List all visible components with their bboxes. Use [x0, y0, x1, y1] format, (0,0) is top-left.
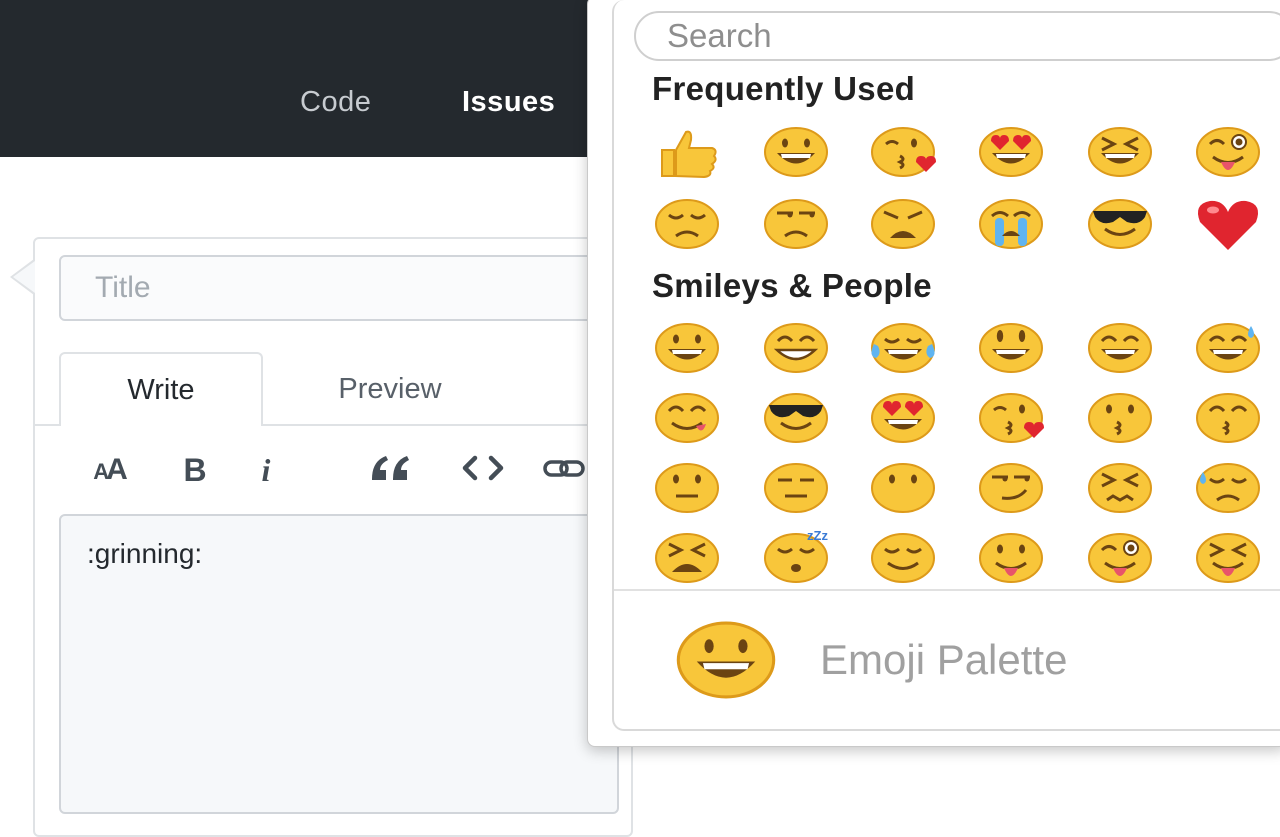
emoji-heart-eyes-icon[interactable]	[863, 386, 943, 450]
emoji-no-mouth-icon[interactable]	[863, 456, 943, 520]
bold-icon: B	[183, 451, 207, 488]
emoji-yum-icon[interactable]	[647, 386, 727, 450]
emoji-neutral-face-icon[interactable]	[647, 456, 727, 520]
emoji-kissing-icon[interactable]	[1080, 386, 1160, 450]
code-button[interactable]	[458, 448, 508, 492]
emoji-palette-label: Emoji Palette	[820, 636, 1068, 683]
picker-footer-divider	[614, 589, 1280, 591]
emoji-grin-icon[interactable]	[756, 316, 836, 380]
emoji-tired-face-icon[interactable]	[647, 526, 727, 590]
link-button[interactable]	[542, 448, 588, 492]
bold-button[interactable]: B	[176, 448, 214, 492]
emoji-thumbsup-icon[interactable]	[647, 120, 727, 184]
emoji-grinning-icon[interactable]	[756, 120, 836, 184]
code-icon	[461, 455, 505, 486]
text-size-button[interactable]: AA	[80, 448, 138, 492]
emoji-disappointed-icon[interactable]	[647, 192, 727, 256]
tab-preview[interactable]: Preview	[290, 352, 490, 426]
text-size-icon: AA	[93, 453, 128, 486]
palette-grinning-icon	[670, 620, 782, 700]
link-icon	[542, 453, 588, 488]
emoji-stuck-out-tongue-winking-eye-icon[interactable]	[1080, 526, 1160, 590]
nav-code-tab[interactable]: Code	[300, 86, 371, 119]
emoji-weary-icon[interactable]	[863, 192, 943, 256]
quote-button[interactable]	[366, 448, 416, 492]
emoji-sweat-smile-icon[interactable]	[1188, 316, 1268, 380]
emoji-smirk-icon[interactable]	[971, 456, 1051, 520]
svg-text:zZz: zZz	[807, 528, 828, 543]
quote-icon	[370, 453, 412, 488]
italic-button[interactable]: i	[250, 448, 282, 492]
emoji-kissing-smiling-eyes-icon[interactable]	[1188, 386, 1268, 450]
emoji-unamused-icon[interactable]	[756, 192, 836, 256]
emoji-disappointed-relieved-icon[interactable]	[1188, 456, 1268, 520]
emoji-sob-icon[interactable]	[971, 192, 1051, 256]
emoji-stuck-out-tongue-closed-eyes-icon[interactable]	[1188, 526, 1268, 590]
nav-issues-tab[interactable]: Issues	[462, 86, 555, 119]
emoji-smile-icon[interactable]	[1080, 316, 1160, 380]
issue-body-textarea[interactable]: :grinning:	[59, 514, 619, 814]
emoji-expressionless-icon[interactable]	[756, 456, 836, 520]
emoji-heart-icon[interactable]	[1188, 192, 1268, 256]
emoji-stuck-out-tongue-icon[interactable]	[971, 526, 1051, 590]
tab-write[interactable]: Write	[59, 352, 263, 426]
emoji-laughing-icon[interactable]	[1080, 120, 1160, 184]
emoji-smiley-icon[interactable]	[971, 316, 1051, 380]
section-heading-smileys-people: Smileys & People	[652, 267, 932, 304]
issue-title-input[interactable]	[59, 255, 619, 321]
emoji-persevere-icon[interactable]	[1080, 456, 1160, 520]
italic-icon: i	[261, 451, 271, 488]
emoji-kissing-heart-icon[interactable]	[971, 386, 1051, 450]
emoji-joy-icon[interactable]	[863, 316, 943, 380]
emoji-relieved-icon[interactable]	[863, 526, 943, 590]
emoji-sunglasses-icon[interactable]	[1080, 192, 1160, 256]
emoji-sunglasses-icon[interactable]	[756, 386, 836, 450]
emoji-kissing-heart-icon[interactable]	[863, 120, 943, 184]
emoji-grinning-icon[interactable]	[647, 316, 727, 380]
avatar-pointer-fill	[13, 261, 35, 293]
emoji-heart-eyes-icon[interactable]	[971, 120, 1051, 184]
emoji-sleeping-icon[interactable]: zZz	[756, 526, 836, 590]
section-heading-frequently-used: Frequently Used	[652, 70, 916, 107]
emoji-search-input[interactable]	[634, 11, 1280, 61]
emoji-stuck-out-tongue-winking-eye-icon[interactable]	[1188, 120, 1268, 184]
